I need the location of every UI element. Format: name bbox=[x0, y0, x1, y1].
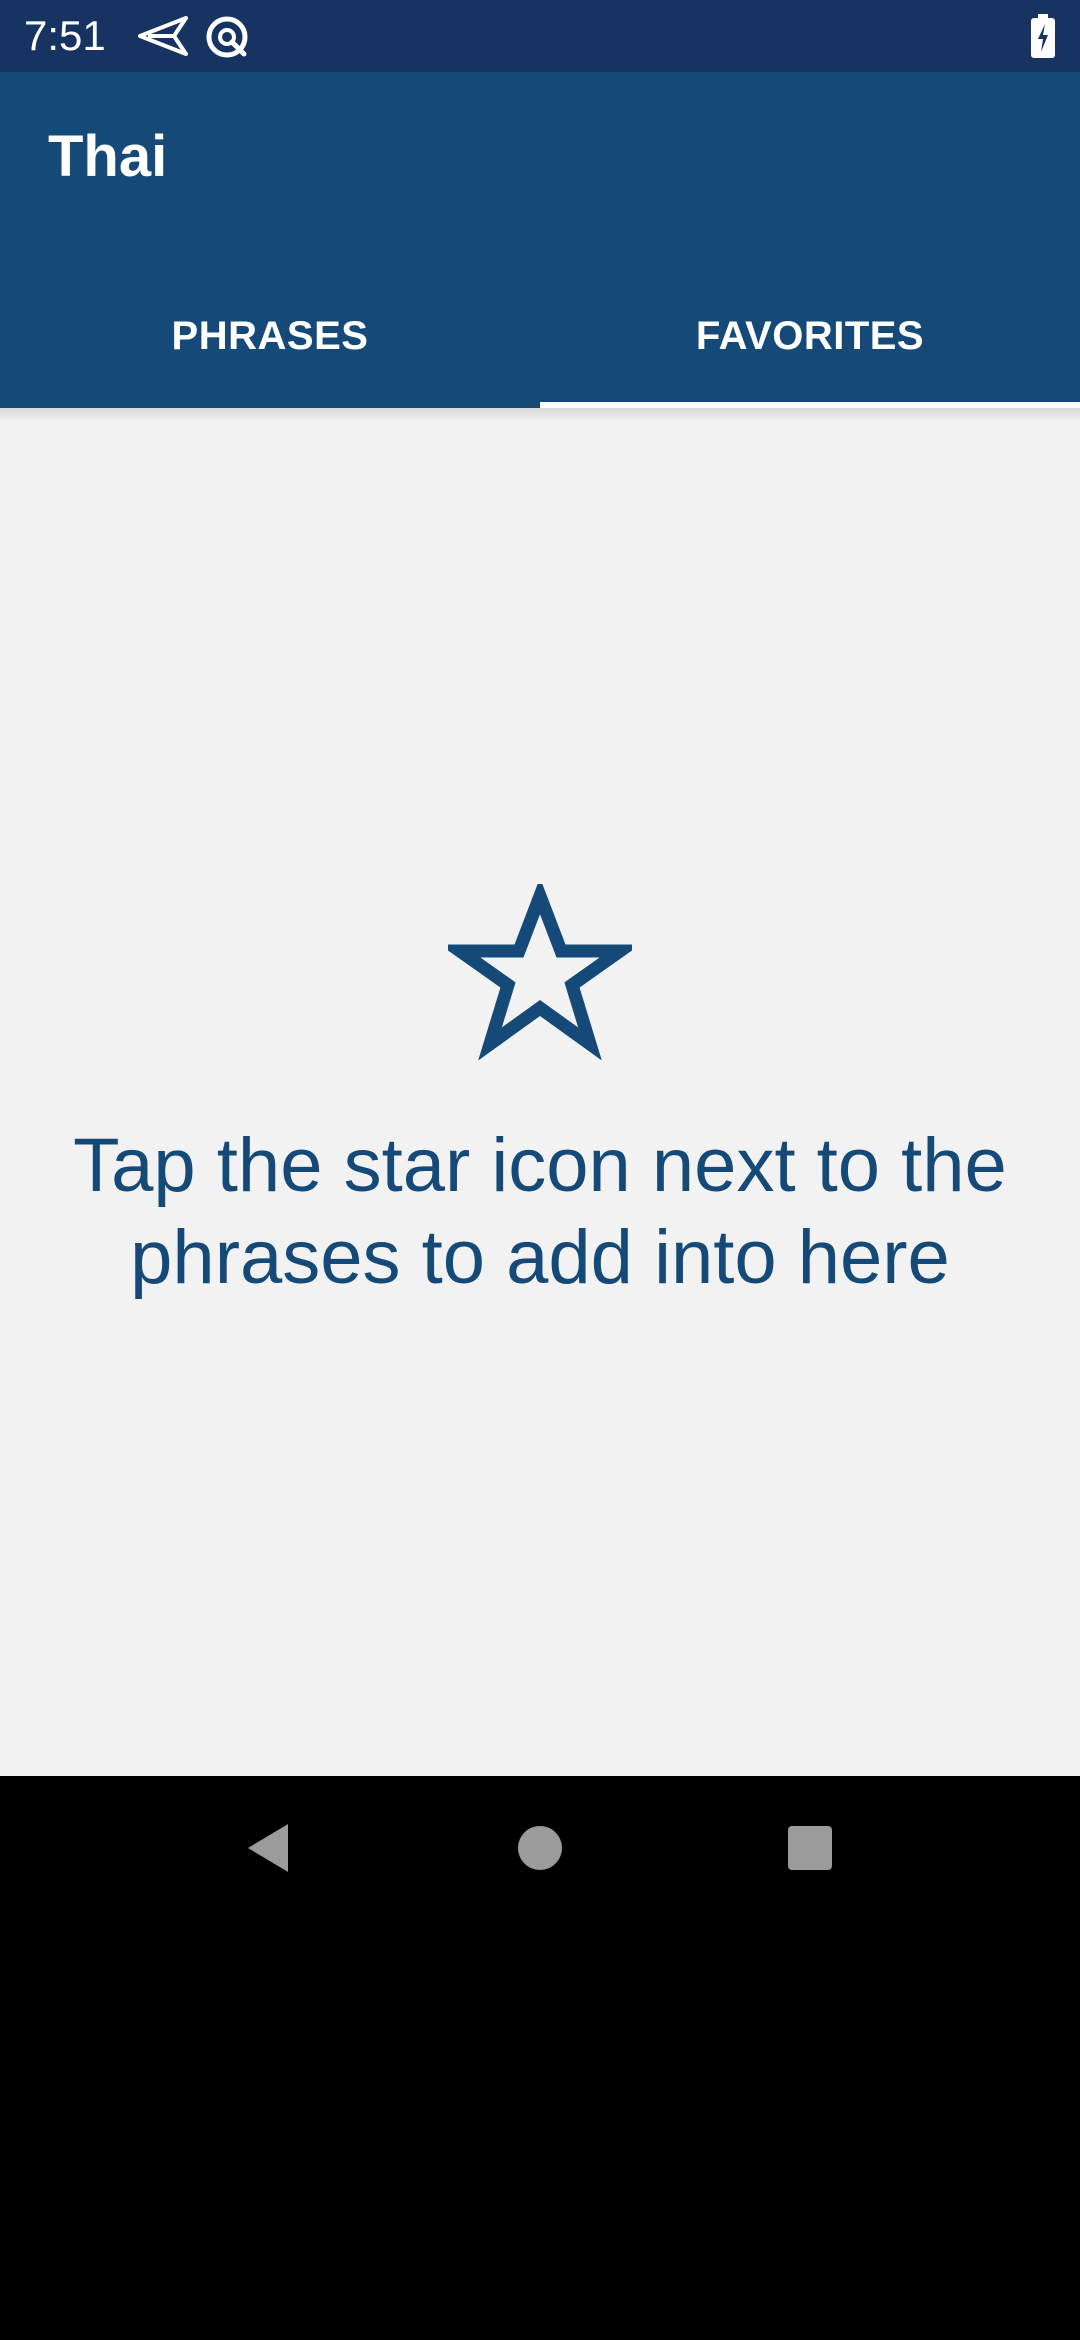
app-title: Thai bbox=[48, 124, 168, 189]
recents-button[interactable] bbox=[738, 1776, 882, 1920]
favorites-content: Tap the star icon next to the phrases to… bbox=[0, 408, 1080, 1776]
status-time: 7:51 bbox=[24, 12, 106, 59]
star-outline-icon bbox=[448, 884, 632, 1060]
tab-bar: PHRASES FAVORITES bbox=[0, 264, 1080, 408]
back-icon bbox=[248, 1824, 288, 1872]
screen: 7:51 Thai PHRASES FAVORITES Tap the star… bbox=[0, 0, 1080, 2340]
home-icon bbox=[518, 1826, 562, 1870]
navigation-bar bbox=[0, 1776, 1080, 1920]
tab-favorites[interactable]: FAVORITES bbox=[540, 264, 1080, 408]
app-bar: Thai PHRASES FAVORITES bbox=[0, 72, 1080, 408]
data-saver-icon bbox=[206, 16, 248, 58]
battery-charging-icon bbox=[1031, 14, 1055, 58]
recents-icon bbox=[788, 1826, 832, 1870]
tab-phrases-label: PHRASES bbox=[171, 313, 369, 358]
empty-state-message: Tap the star icon next to the phrases to… bbox=[73, 1123, 1007, 1300]
tab-phrases[interactable]: PHRASES bbox=[0, 264, 540, 408]
app-bar-shadow bbox=[0, 408, 1080, 422]
home-button[interactable] bbox=[468, 1776, 612, 1920]
send-icon bbox=[138, 16, 188, 56]
back-button[interactable] bbox=[196, 1776, 340, 1920]
tab-favorites-label: FAVORITES bbox=[695, 313, 925, 358]
status-bar: 7:51 bbox=[0, 0, 1080, 72]
